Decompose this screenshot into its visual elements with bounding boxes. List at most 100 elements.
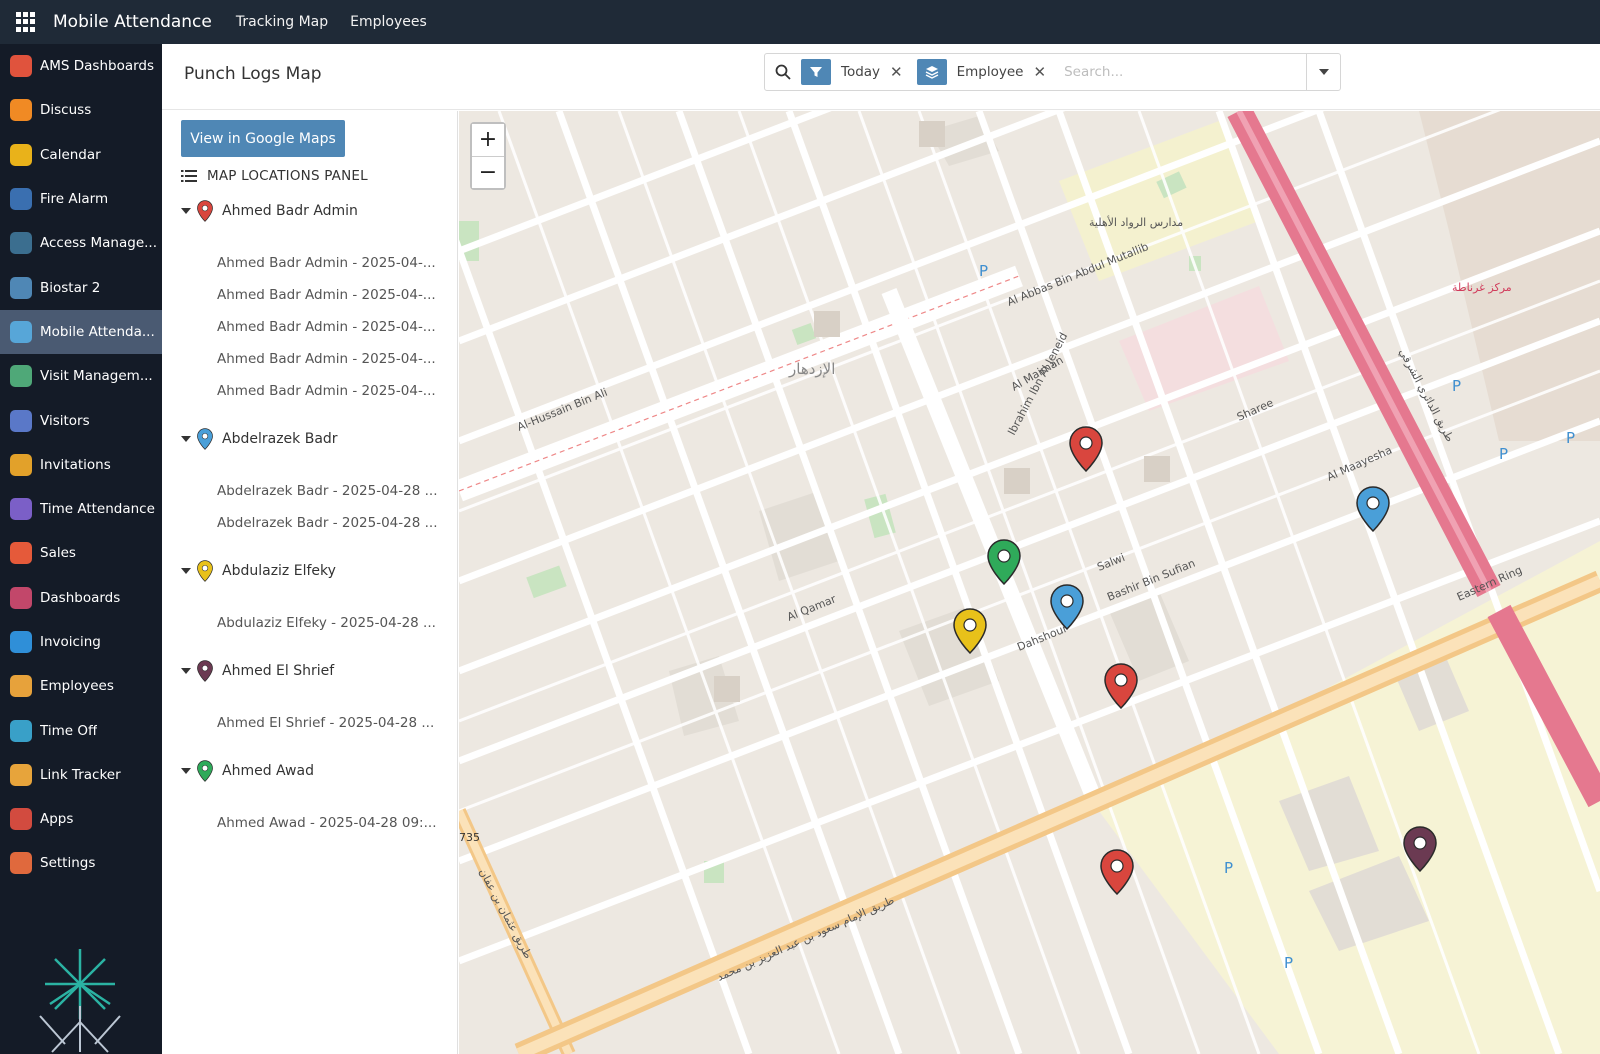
map-marker[interactable] [987,539,1021,586]
sidebar-item-link-tracker[interactable]: Link Tracker [0,753,162,797]
app-grid-icon[interactable] [16,12,36,32]
map-pin-icon [197,760,213,782]
location-entry[interactable]: Ahmed Badr Admin - 2025-04-... [217,255,442,271]
search-icon[interactable] [765,54,801,90]
sidebar-item-sales[interactable]: Sales [0,531,162,575]
location-entry[interactable]: Ahmed Badr Admin - 2025-04-... [217,383,442,399]
sidebar-item-visitors[interactable]: Visitors [0,398,162,442]
location-group[interactable]: Ahmed Awad [181,760,314,782]
map-marker[interactable] [1069,426,1103,473]
search-input[interactable] [1064,57,1305,87]
zoom-out-button[interactable]: − [472,156,504,188]
sidebar-item-label: Time Off [40,722,98,739]
search-options-toggle[interactable] [1306,54,1340,90]
svg-text:P: P [1224,859,1233,877]
sidebar-item-visit[interactable]: Visit Managem... [0,354,162,398]
close-icon[interactable]: ✕ [1034,63,1047,81]
sidebar-item-time-off[interactable]: Time Off [0,708,162,752]
dashboards-icon [10,586,32,609]
sidebar-item-time-attendance[interactable]: Time Attendance [0,487,162,531]
mobile-attendance-icon [10,320,32,343]
sidebar-item-label: Invoicing [40,634,101,650]
sidebar-item-label: Access Manage... [40,235,158,252]
sidebar-item-access[interactable]: Access Manage... [0,221,162,265]
location-entry[interactable]: Abdelrazek Badr - 2025-04-28 ... [217,483,442,499]
map-pin-icon [197,660,213,682]
sidebar-item-label: Discuss [40,102,92,119]
sidebar-item-label: Link Tracker [40,766,121,783]
map-label-mall: مركز غرناطة [1452,281,1512,294]
dashboard-icon [10,55,32,78]
location-group-name: Abdulaziz Elfeky [222,563,336,579]
caret-down-icon [181,568,191,574]
view-google-maps-button[interactable]: View in Google Maps [181,120,345,157]
sidebar-item-fire-alarm[interactable]: Fire Alarm [0,177,162,221]
svg-text:P: P [1452,377,1461,395]
sidebar-item-label: Visitors [40,412,90,429]
sidebar-item-label: Invitations [40,456,111,473]
location-entry[interactable]: Ahmed El Shrief - 2025-04-28 ... [217,715,442,731]
sidebar-item-invoicing[interactable]: Invoicing [0,620,162,664]
map-marker[interactable] [1100,849,1134,896]
map-label-school: مدارس الرواد الأهلية [1089,215,1183,229]
search-bar: Today ✕ Employee ✕ [764,53,1341,91]
location-entry[interactable]: Abdulaziz Elfeky - 2025-04-28 ... [217,615,442,631]
sidebar-item-dashboards[interactable]: Dashboards [0,576,162,620]
location-group-name: Abdelrazek Badr [222,431,338,447]
sidebar-item-label: Visit Managem... [40,368,153,385]
sidebar-item-discuss[interactable]: Discuss [0,88,162,132]
location-group-name: Ahmed Badr Admin [222,203,358,219]
sidebar-item-biostar[interactable]: Biostar 2 [0,265,162,309]
sidebar-item-label: Fire Alarm [40,191,109,208]
access-icon [10,232,32,255]
biostar-icon [10,276,32,299]
calendar-icon [10,143,32,166]
location-entry[interactable]: Ahmed Badr Admin - 2025-04-... [217,319,442,335]
zoom-in-button[interactable]: + [472,124,504,156]
nav-employees[interactable]: Employees [350,14,427,30]
chevron-down-icon [1318,69,1329,75]
sidebar-item-invitations[interactable]: Invitations [0,443,162,487]
sidebar-item-apps[interactable]: Apps [0,797,162,841]
nav-tracking-map[interactable]: Tracking Map [236,14,328,30]
map-canvas[interactable]: مركز غرناطة مدارس الرواد الأهلية الإزدها… [459,111,1600,1054]
map-marker[interactable] [1356,486,1390,533]
map-marker[interactable] [1104,663,1138,710]
sidebar-item-label: Settings [40,855,96,872]
location-group[interactable]: Abdelrazek Badr [181,428,338,450]
employees-icon [10,675,32,698]
sidebar-item-calendar[interactable]: Calendar [0,133,162,177]
location-group[interactable]: Ahmed Badr Admin [181,200,358,222]
close-icon[interactable]: ✕ [890,63,903,81]
sidebar-item-label: Apps [40,811,74,828]
sidebar-item-employees[interactable]: Employees [0,664,162,708]
sidebar-item-label: AMS Dashboards [40,58,155,75]
location-group[interactable]: Abdulaziz Elfeky [181,560,336,582]
map-marker[interactable] [1403,826,1437,873]
caret-down-icon [181,208,191,214]
sidebar-item-label: Employees [40,678,114,695]
page-title: Punch Logs Map [184,64,322,84]
sidebar-item-mobile-attendance[interactable]: Mobile Attenda... [0,309,162,355]
map-label-park: الإزدهار [788,360,835,378]
facet-employee-label: Employee [956,64,1024,80]
discuss-icon [10,99,32,122]
map-marker[interactable] [1050,584,1084,631]
location-entry[interactable]: Ahmed Awad - 2025-04-28 09:... [217,815,442,831]
location-group-name: Ahmed El Shrief [222,663,335,679]
sidebar-item-settings[interactable]: Settings [0,841,162,885]
brand-logo [39,949,121,1053]
invoicing-icon [10,631,32,653]
app-title[interactable]: Mobile Attendance [53,12,212,32]
location-group[interactable]: Ahmed El Shrief [181,660,334,682]
sales-icon [10,542,32,565]
page-header: Punch Logs Map Today ✕ Employee ✕ [162,44,1600,110]
map-marker[interactable] [953,608,987,655]
sidebar: AMS Dashboards Discuss Calendar Fire Alarm A… [0,44,162,1054]
sidebar-item-label: Time Attendance [40,501,155,518]
list-icon [181,170,197,182]
location-entry[interactable]: Abdelrazek Badr - 2025-04-28 ... [217,515,442,531]
location-entry[interactable]: Ahmed Badr Admin - 2025-04-... [217,351,442,367]
location-entry[interactable]: Ahmed Badr Admin - 2025-04-... [217,287,442,303]
sidebar-item-dashboard[interactable]: AMS Dashboards [0,44,162,88]
